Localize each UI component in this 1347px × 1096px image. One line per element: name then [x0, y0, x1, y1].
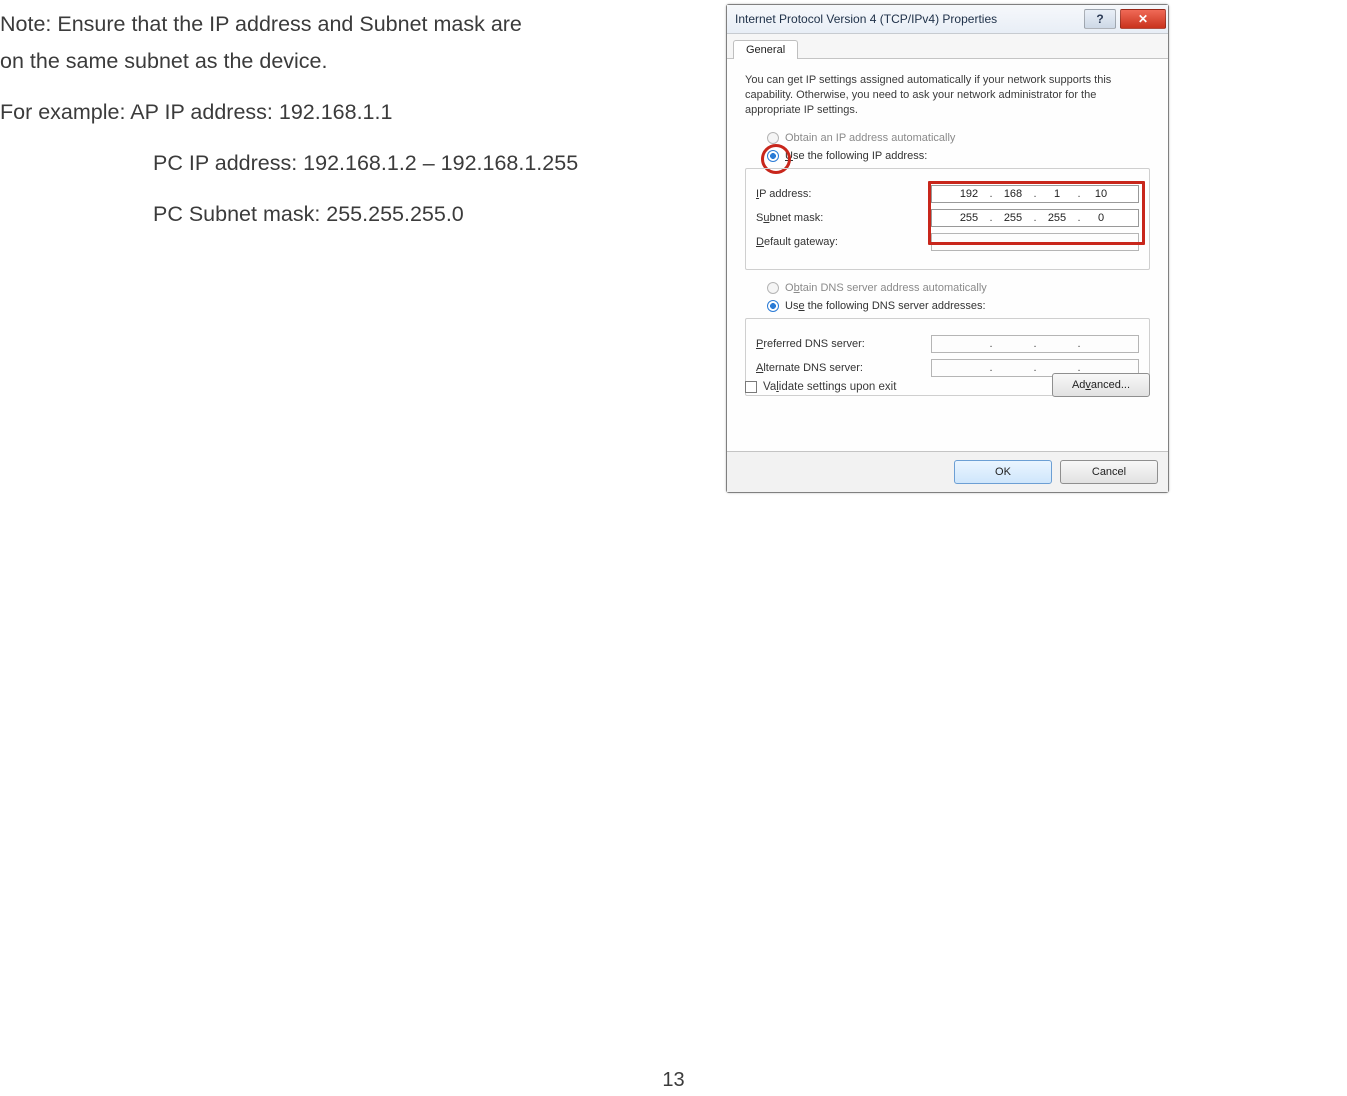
label-subnet-mask: Subnet mask: [756, 212, 931, 224]
radio-use-ip-label: UUse the following IP address:se the fol… [785, 150, 927, 162]
input-subnet-mask[interactable]: 255. 255. 255. 0 [931, 209, 1139, 227]
radio-obtain-dns[interactable]: Obtain DNS server address automatically [767, 282, 1150, 294]
checkbox-validate-label: Validate settings upon exit [763, 381, 896, 393]
row-ip-address: IP address: 192. 168. 1. 10 [756, 185, 1139, 203]
note-line-2: on the same subnet as the device. [0, 49, 328, 73]
radio-obtain-ip[interactable]: Obtain an IP address automatically [767, 132, 1150, 144]
radio-obtain-dns-label: Obtain DNS server address automatically [785, 282, 987, 294]
radio-use-ip[interactable]: UUse the following IP address:se the fol… [767, 150, 1150, 162]
label-preferred-dns: Preferred DNS server: [756, 338, 931, 350]
dialog-title: Internet Protocol Version 4 (TCP/IPv4) P… [735, 12, 997, 26]
radio-use-dns[interactable]: Use the following DNS server addresses: [767, 300, 1150, 312]
radio-obtain-ip-label: Obtain an IP address automatically [785, 132, 955, 144]
ok-button[interactable]: OK [954, 460, 1052, 484]
label-ip-address: IP address: [756, 188, 931, 200]
note-line-1: Note: Ensure that the IP address and Sub… [0, 12, 522, 36]
radio-icon [767, 150, 779, 162]
checkbox-validate[interactable]: Validate settings upon exit [745, 381, 896, 393]
pc-ip-line: PC IP address: 192.168.1.2 – 192.168.1.2… [0, 145, 680, 182]
input-default-gateway[interactable]: . . . [931, 233, 1139, 251]
radio-use-dns-label: Use the following DNS server addresses: [785, 300, 986, 312]
ap-ip-line: AP IP address: 192.168.1.1 [130, 100, 392, 124]
row-subnet-mask: Subnet mask: 255. 255. 255. 0 [756, 209, 1139, 227]
radio-icon [767, 132, 779, 144]
dialog-description: You can get IP settings assigned automat… [745, 73, 1150, 118]
input-ip-address[interactable]: 192. 168. 1. 10 [931, 185, 1139, 203]
cancel-button[interactable]: Cancel [1060, 460, 1158, 484]
checkbox-icon [745, 381, 757, 393]
title-bar[interactable]: Internet Protocol Version 4 (TCP/IPv4) P… [727, 5, 1168, 34]
row-default-gateway: Default gateway: . . . [756, 233, 1139, 251]
tab-bar: General [727, 34, 1168, 59]
radio-icon [767, 300, 779, 312]
close-icon[interactable]: ✕ [1120, 9, 1166, 29]
tab-general[interactable]: General [733, 40, 798, 59]
dialog-footer: OK Cancel [727, 451, 1168, 492]
help-icon[interactable]: ? [1084, 9, 1116, 29]
ip-fieldset: IP address: 192. 168. 1. 10 Subnet mask:… [745, 168, 1150, 270]
page-number: 13 [0, 1069, 1347, 1092]
row-preferred-dns: Preferred DNS server: . . . [756, 335, 1139, 353]
tcpip-properties-dialog: Internet Protocol Version 4 (TCP/IPv4) P… [726, 4, 1169, 493]
input-preferred-dns[interactable]: . . . [931, 335, 1139, 353]
label-default-gateway: Default gateway: [756, 236, 931, 248]
instruction-text: Note: Ensure that the IP address and Sub… [0, 6, 680, 247]
radio-icon [767, 282, 779, 294]
dialog-client-area: You can get IP settings assigned automat… [727, 59, 1168, 451]
pc-subnet-line: PC Subnet mask: 255.255.255.0 [0, 196, 680, 233]
example-intro: For example: [0, 100, 125, 124]
advanced-button[interactable]: Advanced... [1052, 373, 1150, 397]
